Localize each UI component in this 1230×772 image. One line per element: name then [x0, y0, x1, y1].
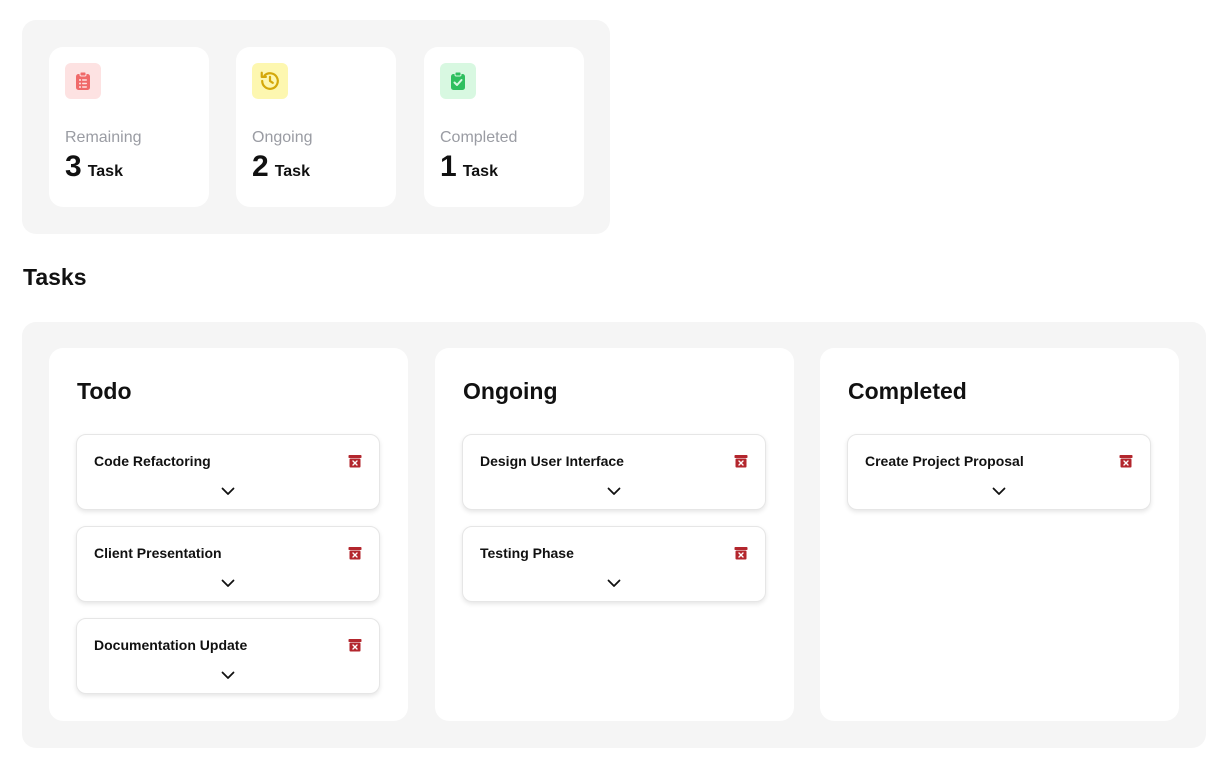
- task-list: Create Project Proposal: [847, 434, 1151, 526]
- clipboard-check-icon: [440, 63, 476, 99]
- task-board: Todo Code Refactoring Client Presentation…: [22, 322, 1206, 748]
- column-title: Ongoing: [463, 378, 558, 404]
- stat-count: 3: [65, 150, 82, 183]
- trash-icon[interactable]: [734, 453, 748, 469]
- stat-unit: Task: [462, 163, 498, 180]
- trash-icon[interactable]: [348, 637, 362, 653]
- task-card[interactable]: Client Presentation: [76, 526, 380, 602]
- stat-count: 2: [252, 150, 269, 183]
- task-card[interactable]: Design User Interface: [462, 434, 766, 510]
- task-card[interactable]: Code Refactoring: [76, 434, 380, 510]
- stat-label: Ongoing: [252, 129, 313, 146]
- clipboard-list-icon: [65, 63, 101, 99]
- chevron-down-icon[interactable]: [220, 577, 236, 589]
- task-title: Code Refactoring: [94, 453, 211, 469]
- task-title: Design User Interface: [480, 453, 624, 469]
- task-list: Code Refactoring Client Presentation Docum…: [76, 434, 380, 710]
- stat-card-remaining: Remaining 3 Task: [49, 47, 209, 207]
- column-todo: Todo Code Refactoring Client Presentation…: [49, 348, 408, 721]
- stat-label: Remaining: [65, 129, 142, 146]
- task-title: Create Project Proposal: [865, 453, 1024, 469]
- stat-card-ongoing: Ongoing 2 Task: [236, 47, 396, 207]
- column-title: Todo: [77, 378, 132, 404]
- stat-value: 3 Task: [65, 150, 123, 184]
- task-card[interactable]: Testing Phase: [462, 526, 766, 602]
- column-completed: Completed Create Project Proposal: [820, 348, 1179, 721]
- chevron-down-icon[interactable]: [991, 485, 1007, 497]
- column-ongoing: Ongoing Design User Interface Testing Pha…: [435, 348, 794, 721]
- stat-label: Completed: [440, 129, 518, 146]
- stat-count: 1: [440, 150, 457, 183]
- section-title: Tasks: [23, 264, 87, 290]
- trash-icon[interactable]: [734, 545, 748, 561]
- task-title: Documentation Update: [94, 637, 248, 653]
- task-title: Testing Phase: [480, 545, 574, 561]
- stat-unit: Task: [87, 163, 123, 180]
- stats-panel: Remaining 3 Task Ongoing 2 Task Complete…: [22, 20, 610, 234]
- chevron-down-icon[interactable]: [606, 485, 622, 497]
- trash-icon[interactable]: [348, 545, 362, 561]
- chevron-down-icon[interactable]: [220, 485, 236, 497]
- stat-value: 1 Task: [440, 150, 498, 184]
- task-list: Design User Interface Testing Phase: [462, 434, 766, 618]
- trash-icon[interactable]: [348, 453, 362, 469]
- trash-icon[interactable]: [1119, 453, 1133, 469]
- stat-unit: Task: [274, 163, 310, 180]
- chevron-down-icon[interactable]: [606, 577, 622, 589]
- chevron-down-icon[interactable]: [220, 669, 236, 681]
- stat-value: 2 Task: [252, 150, 310, 184]
- task-card[interactable]: Create Project Proposal: [847, 434, 1151, 510]
- task-card[interactable]: Documentation Update: [76, 618, 380, 694]
- stat-card-completed: Completed 1 Task: [424, 47, 584, 207]
- task-title: Client Presentation: [94, 545, 222, 561]
- history-icon: [252, 63, 288, 99]
- column-title: Completed: [848, 378, 967, 404]
